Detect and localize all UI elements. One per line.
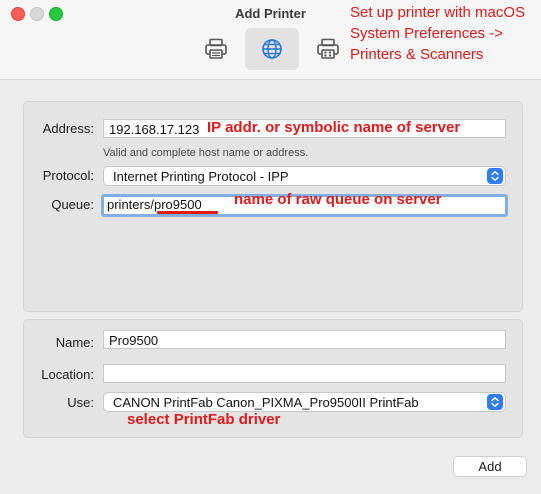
- ip-printer-tab[interactable]: [245, 28, 299, 70]
- location-label: Location:: [41, 367, 94, 382]
- fax-printer-icon: [317, 38, 339, 59]
- windows-printer-tab[interactable]: [301, 28, 355, 70]
- setup-note-line-2: System Preferences ->: [350, 25, 503, 42]
- driver-annotation: select PrintFab driver: [127, 411, 281, 428]
- name-label: Name:: [55, 335, 94, 350]
- address-hint: Valid and complete host name or address.: [103, 147, 309, 159]
- address-label: Address:: [42, 121, 94, 136]
- driver-chevron-icon: [487, 394, 503, 410]
- driver-value: CANON PrintFab Canon_PIXMA_Pro9500II Pri…: [113, 395, 419, 410]
- globe-icon: [262, 39, 282, 59]
- add-button[interactable]: Add: [453, 456, 527, 477]
- address-annotation: IP addr. or symbolic name of server: [207, 119, 461, 136]
- protocol-chevron-icon: [487, 168, 503, 184]
- toolbar: Add Printer Set up printer with macOS Sy…: [0, 0, 541, 80]
- name-field[interactable]: Pro9500: [103, 330, 506, 349]
- default-printer-tab[interactable]: [189, 28, 243, 70]
- protocol-select[interactable]: Internet Printing Protocol - IPP: [103, 166, 506, 186]
- driver-select[interactable]: CANON PrintFab Canon_PIXMA_Pro9500II Pri…: [103, 392, 506, 412]
- queue-label: Queue:: [51, 197, 94, 212]
- setup-note-line-3: Printers & Scanners: [350, 46, 484, 63]
- protocol-label: Protocol:: [42, 168, 94, 183]
- location-field[interactable]: [103, 364, 506, 383]
- protocol-value: Internet Printing Protocol - IPP: [113, 169, 289, 184]
- queue-annotation: name of raw queue on server: [234, 191, 442, 208]
- printer-icon: [205, 38, 227, 59]
- setup-note-line-1: Set up printer with macOS: [350, 4, 526, 21]
- queue-underline-mark: [157, 211, 218, 214]
- use-label: Use:: [67, 395, 94, 410]
